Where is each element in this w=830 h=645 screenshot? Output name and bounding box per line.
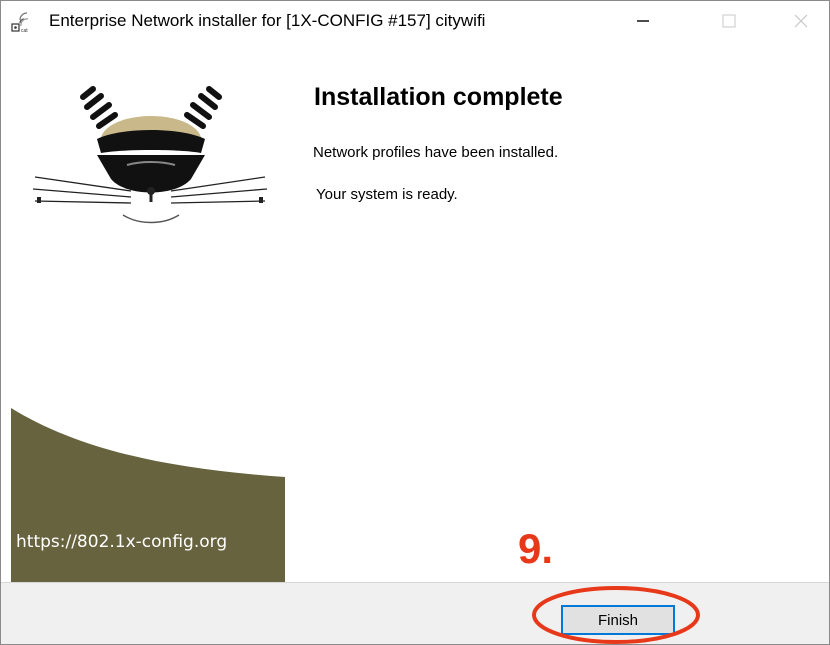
step-annotation: 9. xyxy=(518,525,554,572)
minimize-icon xyxy=(637,20,649,22)
close-icon xyxy=(794,14,808,28)
page-title: Installation complete xyxy=(314,83,563,111)
button-bar xyxy=(1,582,829,644)
title-bar[interactable]: cat Enterprise Network installer for [1X… xyxy=(1,1,829,41)
maximize-icon xyxy=(722,14,736,28)
wifi-installer-icon: cat xyxy=(11,12,28,33)
maximize-button[interactable] xyxy=(699,1,759,41)
cat-logo xyxy=(32,86,268,224)
banner-url: https://802.1x-config.org xyxy=(16,532,228,552)
close-button[interactable] xyxy=(771,1,829,41)
window-title: Enterprise Network installer for [1X-CON… xyxy=(49,11,486,30)
svg-text:cat: cat xyxy=(21,28,28,33)
install-message: Network profiles have been installed. xyxy=(313,144,559,161)
side-banner: https://802.1x-config.org xyxy=(11,41,285,582)
status-message: Your system is ready. xyxy=(316,186,458,203)
minimize-button[interactable] xyxy=(613,1,673,41)
installer-window: cat Enterprise Network installer for [1X… xyxy=(0,0,830,645)
finish-button[interactable]: Finish xyxy=(561,605,675,635)
